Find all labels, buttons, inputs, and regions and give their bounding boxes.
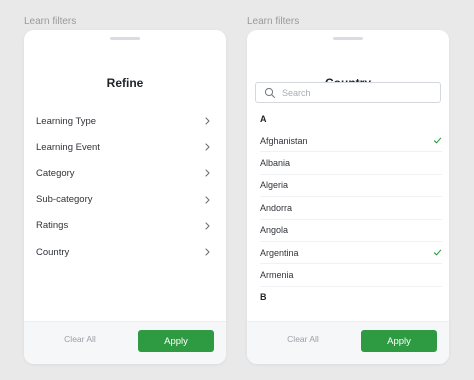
search-icon bbox=[264, 87, 276, 99]
country-name: Angola bbox=[260, 225, 289, 236]
section-header-b: B bbox=[260, 291, 267, 302]
drag-handle[interactable] bbox=[110, 37, 140, 40]
chevron-right-icon bbox=[202, 142, 212, 152]
check-icon bbox=[433, 136, 442, 145]
chevron-right-icon bbox=[202, 168, 212, 178]
country-name: Armenia bbox=[260, 270, 294, 281]
filter-item-country[interactable]: Country bbox=[36, 239, 212, 265]
drag-handle[interactable] bbox=[333, 37, 363, 40]
filter-item-label: Ratings bbox=[36, 220, 69, 232]
country-item-algeria[interactable]: Algeria bbox=[260, 175, 442, 198]
filter-item-category[interactable]: Category bbox=[36, 160, 212, 186]
country-item-angola[interactable]: Angola bbox=[260, 220, 442, 242]
apply-button[interactable]: Apply bbox=[361, 330, 437, 352]
filter-item-learning-type[interactable]: Learning Type bbox=[36, 108, 212, 134]
filter-item-sub-category[interactable]: Sub-category bbox=[36, 187, 212, 213]
left-panel-caption: Learn filters bbox=[24, 16, 77, 27]
section-header-a: A bbox=[260, 114, 267, 124]
country-name: Algeria bbox=[260, 180, 289, 191]
panel-footer: Clear All Apply bbox=[24, 321, 226, 364]
country-item-afghanistan[interactable]: Afghanistan bbox=[260, 130, 442, 153]
country-item-andorra[interactable]: Andorra bbox=[260, 197, 442, 220]
country-name: Albania bbox=[260, 158, 291, 169]
filter-item-learning-event[interactable]: Learning Event bbox=[36, 134, 212, 160]
clear-all-button[interactable]: Clear All bbox=[50, 334, 110, 344]
filter-item-label: Sub-category bbox=[36, 194, 93, 206]
country-item-argentina[interactable]: Argentina bbox=[260, 242, 442, 265]
filter-menu: Learning Type Learning Event Category Su… bbox=[36, 108, 212, 265]
country-name: Argentina bbox=[260, 247, 299, 258]
country-list: A Afghanistan Albania Algeria Andorra An… bbox=[247, 112, 449, 304]
search-input[interactable] bbox=[282, 87, 422, 98]
apply-button[interactable]: Apply bbox=[138, 330, 214, 352]
panel-title: Refine bbox=[106, 76, 144, 90]
panel-footer: Clear All Apply bbox=[247, 321, 449, 364]
chevron-right-icon bbox=[202, 221, 212, 231]
check-icon bbox=[433, 248, 442, 257]
country-item-armenia[interactable]: Armenia bbox=[260, 264, 442, 287]
country-item-albania[interactable]: Albania bbox=[260, 152, 442, 175]
filter-item-label: Learning Type bbox=[36, 115, 97, 127]
filter-item-label: Category bbox=[36, 167, 75, 179]
chevron-right-icon bbox=[202, 195, 212, 205]
search-box[interactable] bbox=[255, 82, 441, 103]
country-name: Afghanistan bbox=[260, 135, 308, 146]
filter-item-ratings[interactable]: Ratings bbox=[36, 213, 212, 239]
clear-all-button[interactable]: Clear All bbox=[273, 334, 333, 344]
filter-item-label: Country bbox=[36, 246, 70, 258]
country-name: Andorra bbox=[260, 202, 293, 213]
filter-item-label: Learning Event bbox=[36, 141, 100, 153]
chevron-right-icon bbox=[202, 247, 212, 257]
right-panel-caption: Learn filters bbox=[247, 16, 300, 27]
refine-panel: Refine Learning Type Learning Event Cate… bbox=[24, 30, 226, 364]
chevron-right-icon bbox=[202, 116, 212, 126]
country-panel: Country A Afghanistan Albania Algeria An… bbox=[247, 30, 449, 364]
